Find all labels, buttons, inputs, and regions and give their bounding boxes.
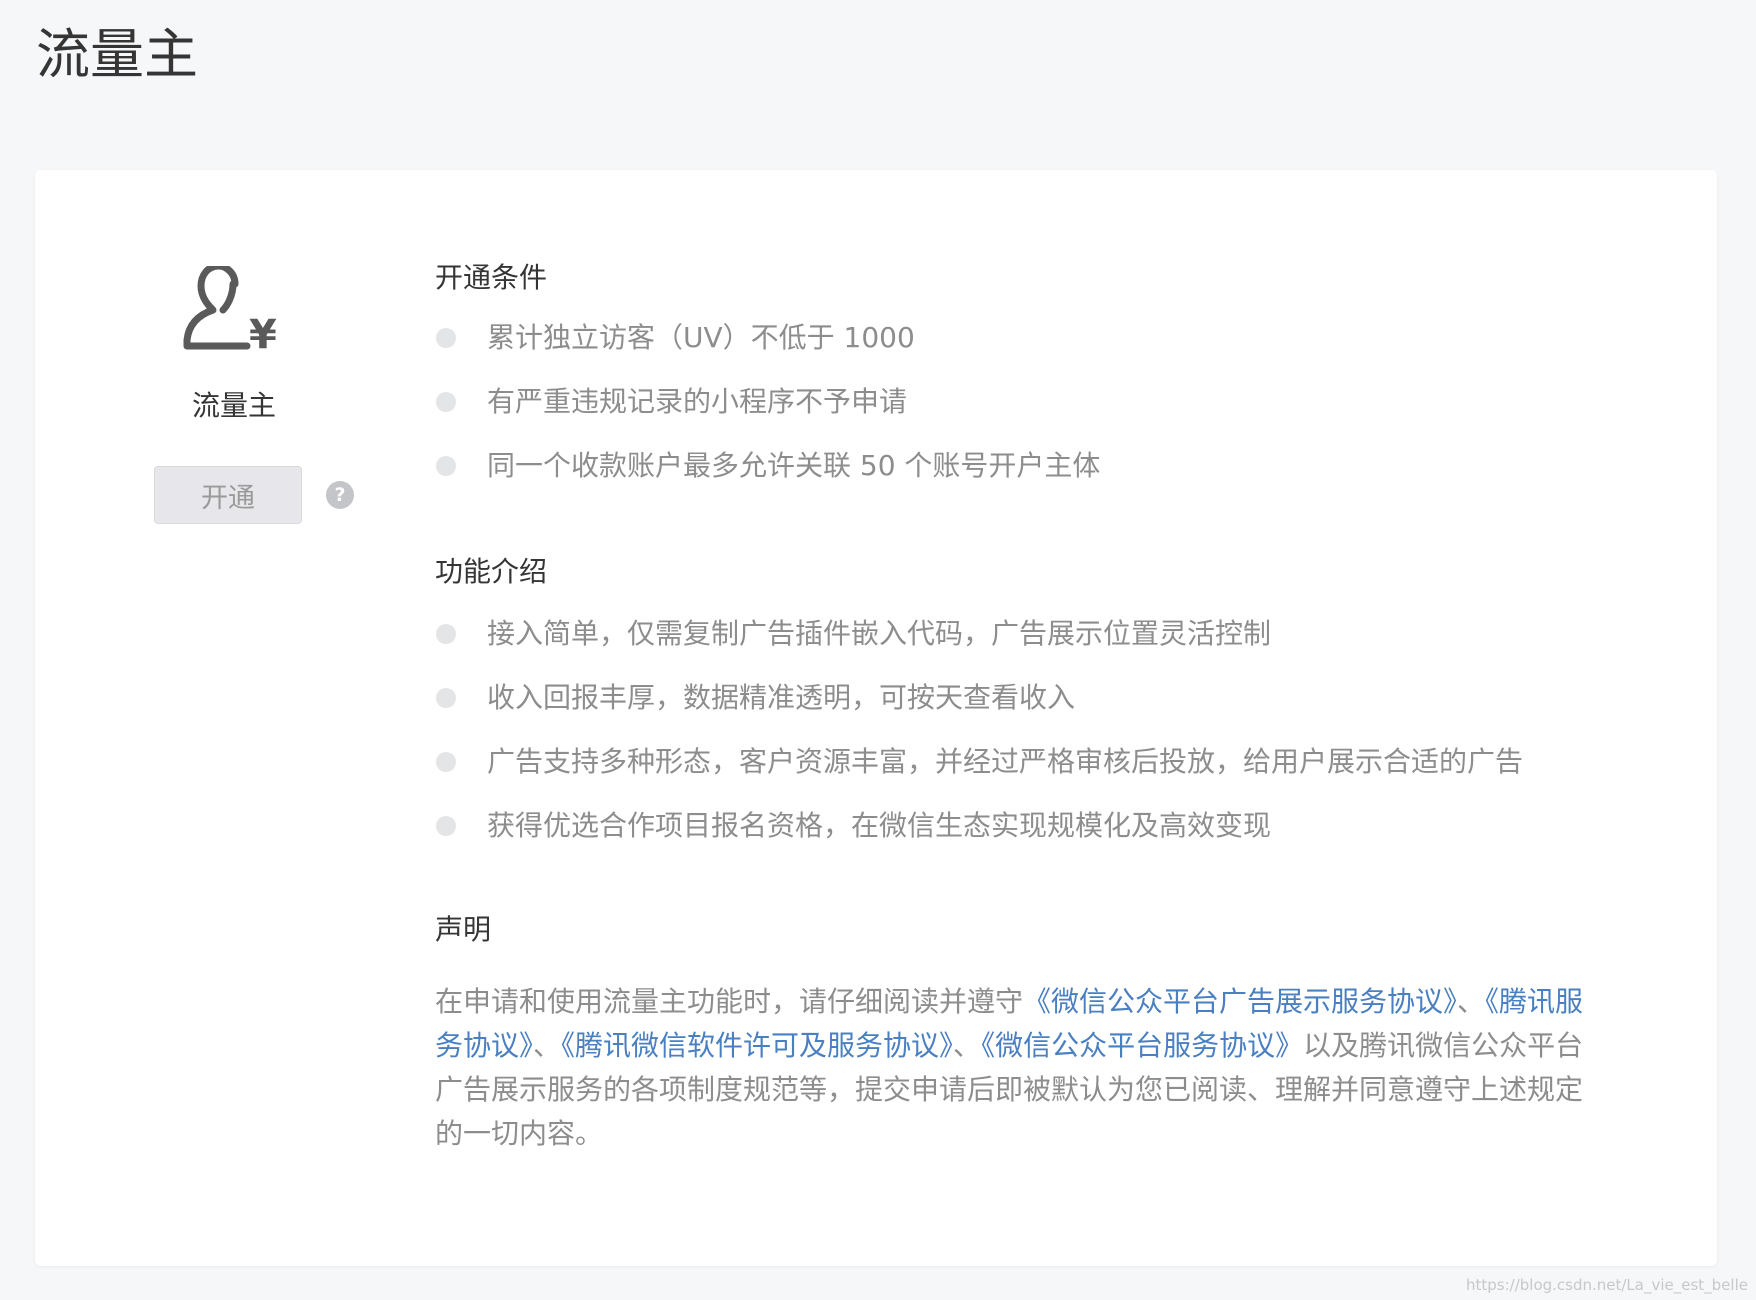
open-button[interactable]: 开通	[154, 466, 302, 524]
service-summary: ¥ 流量主 开通 ?	[35, 170, 435, 1266]
page-title: 流量主	[36, 23, 198, 86]
bullet-dot	[436, 752, 456, 772]
condition-text: 有严重违规记录的小程序不予申请	[487, 385, 908, 418]
statement-text: 在申请和使用流量主功能时，请仔细阅读并遵守《微信公众平台广告展示服务协议》、《腾…	[435, 980, 1605, 1156]
traffic-owner-card: ¥ 流量主 开通 ? 开通条件 累计独立访客（UV）不低于 1000 有严重违规…	[35, 170, 1717, 1266]
condition-text: 同一个收款账户最多允许关联 50 个账号开户主体	[487, 449, 1101, 482]
feature-text: 接入简单，仅需复制广告插件嵌入代码，广告展示位置灵活控制	[487, 617, 1272, 650]
feature-text: 获得优选合作项目报名资格，在微信生态实现规模化及高效变现	[487, 809, 1272, 842]
feature-item: 广告支持多种形态，客户资源丰富，并经过严格审核后投放，给用户展示合适的广告	[435, 738, 1523, 802]
features-title: 功能介绍	[435, 555, 548, 588]
wechat-software-license-link[interactable]: 《腾讯微信软件许可及服务协议》	[561, 1029, 953, 1062]
feature-item: 收入回报丰厚，数据精准透明，可按天查看收入	[435, 674, 1523, 738]
ad-display-agreement-link[interactable]: 《微信公众平台广告展示服务协议》	[1023, 985, 1457, 1018]
bullet-dot	[436, 328, 456, 348]
separator: 、	[1457, 985, 1486, 1018]
bullet-dot	[436, 816, 456, 836]
bullet-dot	[436, 456, 456, 476]
separator: 、	[533, 1029, 562, 1062]
watermark: https://blog.csdn.net/La_vie_est_belle	[1465, 1276, 1748, 1294]
bullet-dot	[436, 392, 456, 412]
feature-text: 收入回报丰厚，数据精准透明，可按天查看收入	[487, 681, 1076, 714]
service-name: 流量主	[192, 389, 277, 422]
condition-text: 累计独立访客（UV）不低于 1000	[487, 321, 915, 354]
feature-item: 接入简单，仅需复制广告插件嵌入代码，广告展示位置灵活控制	[435, 610, 1523, 674]
feature-text: 广告支持多种形态，客户资源丰富，并经过严格审核后投放，给用户展示合适的广告	[487, 745, 1524, 778]
help-icon[interactable]: ?	[326, 481, 354, 509]
condition-item: 累计独立访客（UV）不低于 1000	[435, 314, 1100, 378]
conditions-title: 开通条件	[435, 261, 548, 294]
platform-service-agreement-link[interactable]: 《微信公众平台服务协议》	[981, 1029, 1303, 1062]
feature-item: 获得优选合作项目报名资格，在微信生态实现规模化及高效变现	[435, 802, 1523, 866]
statement-title: 声明	[435, 913, 492, 946]
svg-text:¥: ¥	[249, 312, 277, 358]
bullet-dot	[436, 688, 456, 708]
condition-item: 有严重违规记录的小程序不予申请	[435, 378, 1100, 442]
statement-text-before: 在申请和使用流量主功能时，请仔细阅读并遵守	[435, 985, 1024, 1018]
features-list: 接入简单，仅需复制广告插件嵌入代码，广告展示位置灵活控制 收入回报丰厚，数据精准…	[435, 610, 1523, 866]
conditions-list: 累计独立访客（UV）不低于 1000 有严重违规记录的小程序不予申请 同一个收款…	[435, 314, 1100, 506]
separator: 、	[953, 1029, 982, 1062]
bullet-dot	[436, 624, 456, 644]
condition-item: 同一个收款账户最多允许关联 50 个账号开户主体	[435, 442, 1100, 506]
user-yuan-icon: ¥	[183, 266, 277, 358]
